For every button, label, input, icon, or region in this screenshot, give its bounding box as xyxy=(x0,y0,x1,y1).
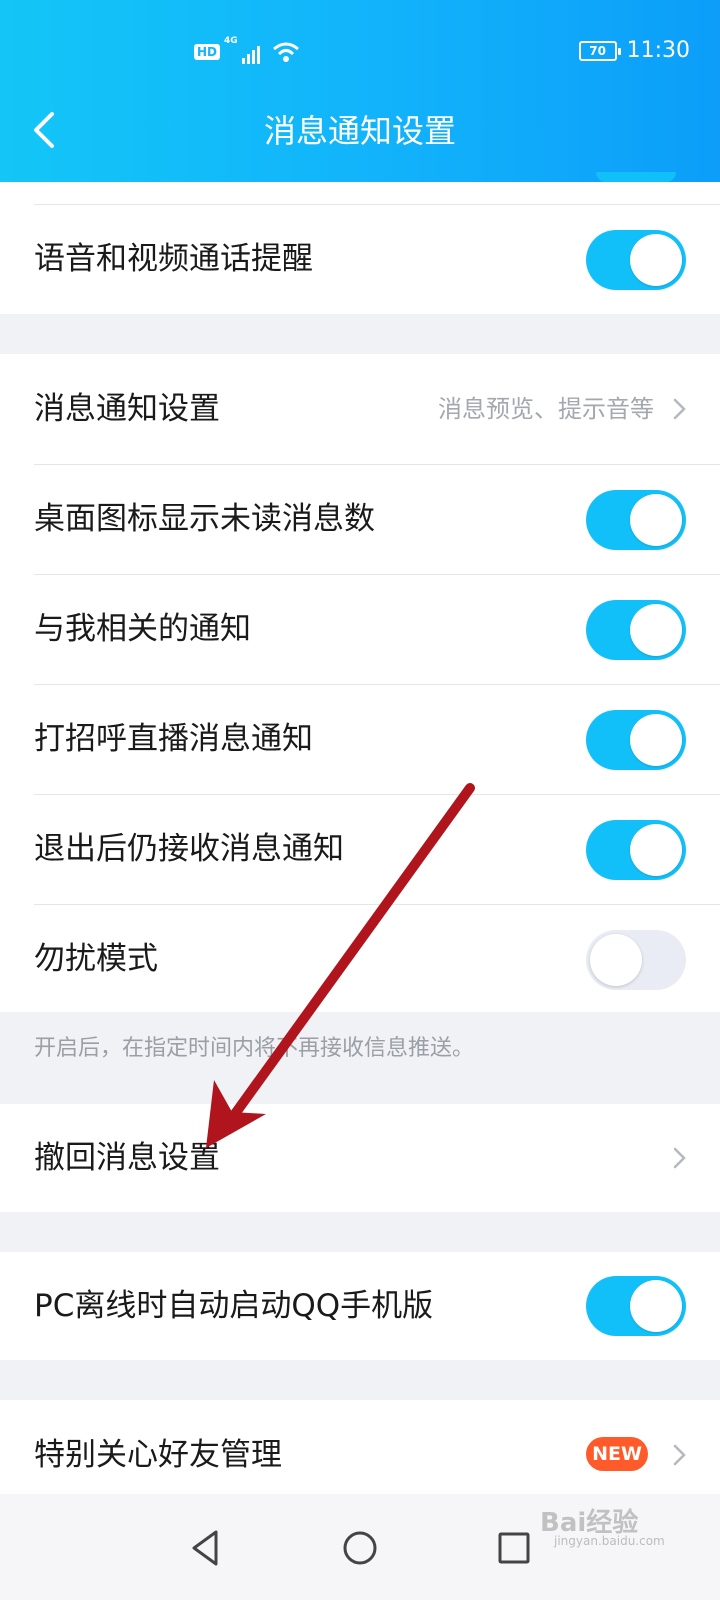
after-exit-toggle[interactable] xyxy=(586,820,686,880)
row-recall-settings[interactable]: 撤回消息设置 xyxy=(0,1104,720,1212)
toggle-knob xyxy=(630,234,682,286)
settings-group-special: 特别关心好友管理 NEW xyxy=(0,1400,720,1494)
toggle-knob xyxy=(630,494,682,546)
row-live-notify[interactable]: 打招呼直播消息通知 xyxy=(0,684,720,794)
app-header: HD 4G 70 11:30 消息通知设置 xyxy=(0,0,720,182)
live-notify-toggle[interactable] xyxy=(586,710,686,770)
row-message-notify-settings[interactable]: 消息通知设置 消息预览、提示音等 xyxy=(0,354,720,464)
settings-group-recall: 撤回消息设置 xyxy=(0,1104,720,1212)
toggle-knob xyxy=(630,824,682,876)
related-notify-toggle[interactable] xyxy=(586,600,686,660)
watermark-url: jingyan.baidu.com xyxy=(554,1534,665,1548)
row-label: 退出后仍接收消息通知 xyxy=(34,831,344,867)
row-related-notify[interactable]: 与我相关的通知 xyxy=(0,574,720,684)
wifi-icon xyxy=(273,42,299,62)
status-right: 70 11:30 xyxy=(578,38,690,63)
dnd-toggle[interactable] xyxy=(586,930,686,990)
scrolled-toggle-remnant xyxy=(596,172,676,182)
row-label: PC离线时自动启动QQ手机版 xyxy=(34,1288,434,1324)
row-do-not-disturb[interactable]: 勿扰模式 xyxy=(0,904,720,1014)
new-badge: NEW xyxy=(586,1437,648,1471)
chevron-right-icon xyxy=(673,398,686,420)
toggle-knob xyxy=(590,934,642,986)
settings-group-notifications: 消息通知设置 消息预览、提示音等 桌面图标显示未读消息数 与我相关的通知 打招呼… xyxy=(0,354,720,1012)
row-hint: 消息预览、提示音等 xyxy=(438,395,654,423)
toggle-knob xyxy=(630,714,682,766)
toggle-knob xyxy=(630,604,682,656)
triangle-back-icon xyxy=(192,1530,218,1566)
page-title: 消息通知设置 xyxy=(263,112,456,150)
row-label: 勿扰模式 xyxy=(34,941,158,977)
status-bar: HD 4G 70 11:30 xyxy=(0,30,720,76)
row-label: 特别关心好友管理 xyxy=(34,1437,282,1473)
hd-icon: HD xyxy=(194,44,221,60)
clock: 11:30 xyxy=(626,38,690,63)
row-unread-badge[interactable]: 桌面图标显示未读消息数 xyxy=(0,464,720,574)
baidu-jingyan-watermark: Bai经验 jingyan.baidu.com xyxy=(540,1500,700,1550)
row-label: 撤回消息设置 xyxy=(34,1140,220,1176)
chevron-right-icon xyxy=(673,1444,686,1466)
nav-recent-button[interactable] xyxy=(488,1522,540,1574)
nav-back-button[interactable] xyxy=(180,1522,232,1574)
row-pc-offline-autostart[interactable]: PC离线时自动启动QQ手机版 xyxy=(0,1252,720,1360)
row-after-exit-notify[interactable]: 退出后仍接收消息通知 xyxy=(0,794,720,904)
signal-icon: 4G xyxy=(224,36,261,64)
voice-video-toggle[interactable] xyxy=(586,230,686,290)
status-icons: HD 4G xyxy=(194,36,300,64)
row-label: 与我相关的通知 xyxy=(34,611,251,647)
row-label: 消息通知设置 xyxy=(34,391,220,427)
nav-home-button[interactable] xyxy=(334,1522,386,1574)
pc-offline-toggle[interactable] xyxy=(586,1276,686,1336)
square-recent-icon xyxy=(498,1532,530,1564)
unread-badge-toggle[interactable] xyxy=(586,490,686,550)
row-label: 桌面图标显示未读消息数 xyxy=(34,501,375,537)
dnd-note: 开启后，在指定时间内将不再接收信息推送。 xyxy=(34,1036,475,1061)
network-type-label: 4G xyxy=(224,36,238,46)
settings-group-pc: PC离线时自动启动QQ手机版 xyxy=(0,1252,720,1360)
battery-icon: 70 xyxy=(578,40,621,61)
row-label: 打招呼直播消息通知 xyxy=(34,721,313,757)
toggle-knob xyxy=(630,1280,682,1332)
chevron-right-icon xyxy=(673,1147,686,1169)
settings-group-calls: 语音和视频通话提醒 xyxy=(0,172,720,314)
row-voice-video-reminder[interactable]: 语音和视频通话提醒 xyxy=(0,204,720,314)
row-special-friends[interactable]: 特别关心好友管理 NEW xyxy=(0,1400,720,1494)
row-label: 语音和视频通话提醒 xyxy=(34,241,313,277)
circle-home-icon xyxy=(343,1531,377,1565)
battery-level: 70 xyxy=(589,43,606,58)
